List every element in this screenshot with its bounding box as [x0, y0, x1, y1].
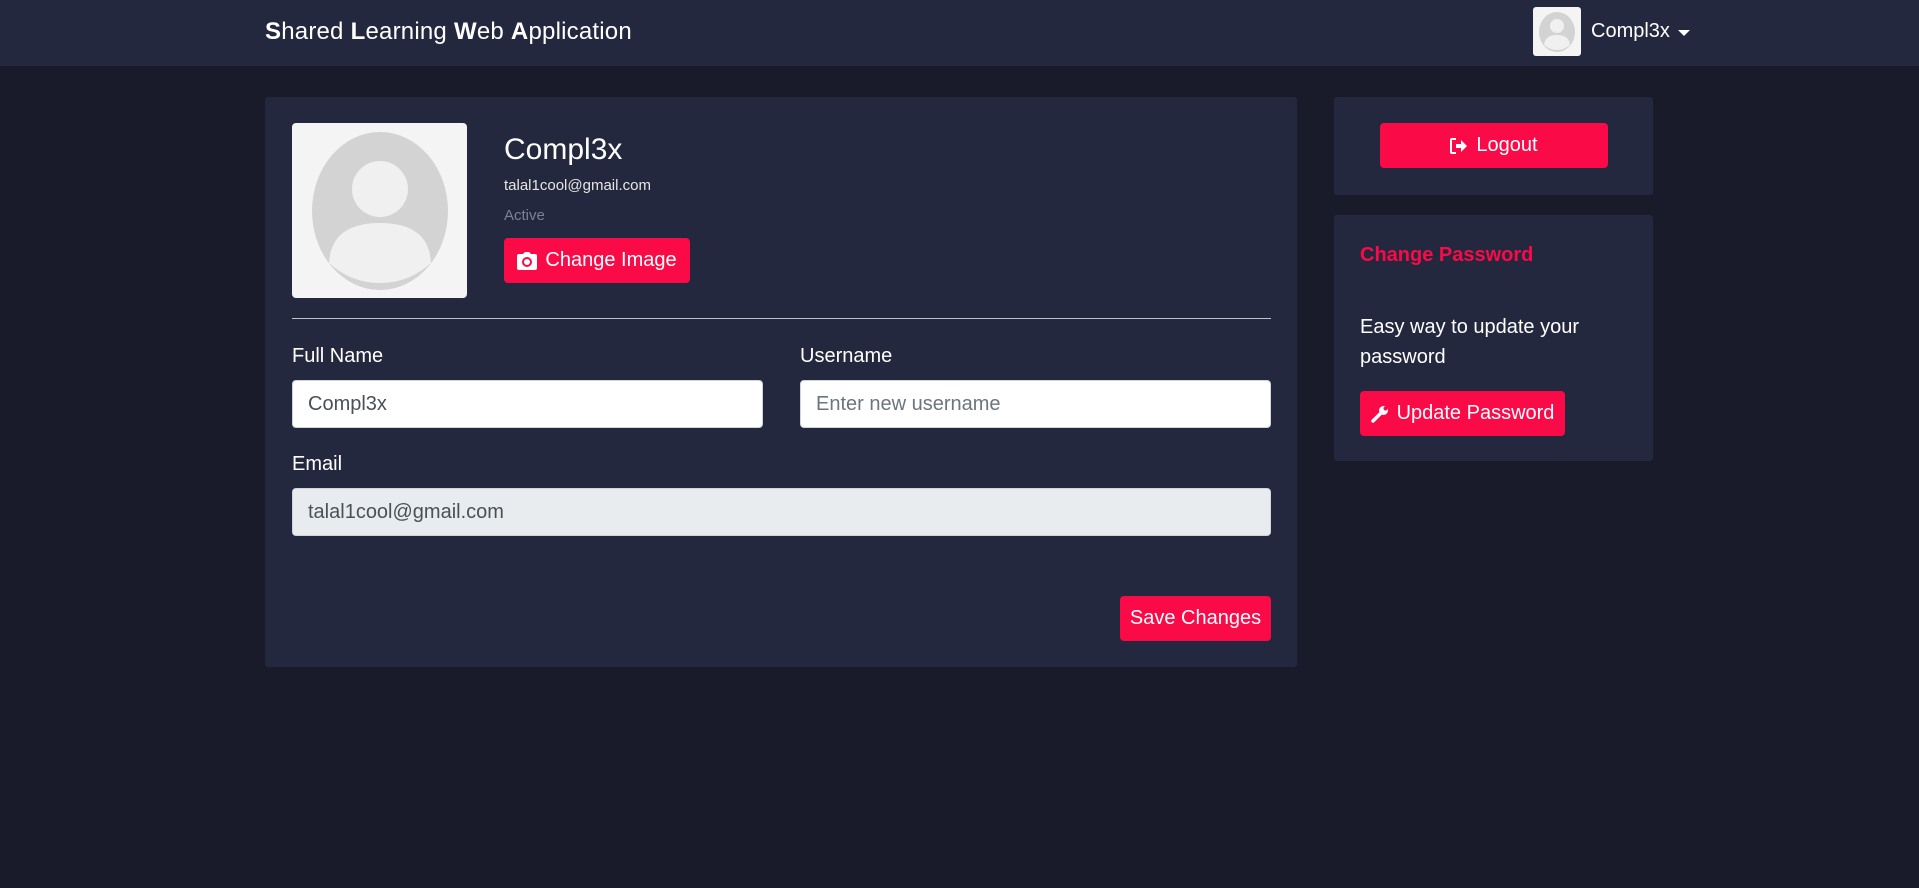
divider: [292, 318, 1271, 319]
wrench-icon: [1370, 405, 1389, 423]
brand-word-3: Web: [453, 18, 504, 45]
change-image-label: Change Image: [545, 249, 677, 271]
logout-button[interactable]: Logout: [1380, 123, 1608, 168]
username-input[interactable]: [800, 380, 1271, 428]
user-menu-dropdown[interactable]: Compl3x: [1533, 7, 1690, 56]
nav-avatar: [1533, 7, 1581, 56]
change-password-title: Change Password: [1360, 244, 1534, 266]
logout-card: Logout: [1334, 97, 1653, 195]
change-password-description: Easy way to update your password: [1360, 316, 1580, 368]
full-name-label: Full Name: [292, 345, 384, 367]
username-label: Username: [800, 345, 893, 367]
camera-icon: [517, 251, 538, 270]
brand-word-2: Learning: [350, 18, 447, 45]
user-avatar-icon: [1539, 11, 1575, 52]
user-avatar-icon: [311, 131, 448, 290]
profile-name: Compl3x: [504, 133, 623, 166]
brand-word-1: Shared: [265, 18, 344, 45]
email-label: Email: [292, 453, 343, 475]
profile-email: talal1cool@gmail.com: [504, 177, 651, 194]
profile-avatar: [292, 123, 467, 298]
profile-card: Compl3x talal1cool@gmail.com Active Chan…: [265, 97, 1297, 667]
chevron-down-icon: [1677, 29, 1690, 36]
full-name-input[interactable]: [292, 380, 763, 428]
brand-word-4: Application: [510, 18, 632, 45]
logout-label: Logout: [1476, 134, 1538, 156]
sign-out-icon: [1450, 137, 1468, 154]
email-input: [292, 488, 1271, 536]
update-password-button[interactable]: Update Password: [1360, 391, 1565, 436]
change-image-button[interactable]: Change Image: [504, 238, 690, 283]
update-password-label: Update Password: [1396, 402, 1555, 424]
change-password-card: Change Password Easy way to update your …: [1334, 215, 1653, 461]
top-navbar: Shared Learning Web Application Compl3x: [0, 0, 1919, 66]
profile-status: Active: [504, 207, 545, 224]
nav-username: Compl3x: [1591, 20, 1670, 42]
save-changes-button[interactable]: Save Changes: [1120, 596, 1271, 641]
brand-logo[interactable]: Shared Learning Web Application: [265, 18, 639, 46]
